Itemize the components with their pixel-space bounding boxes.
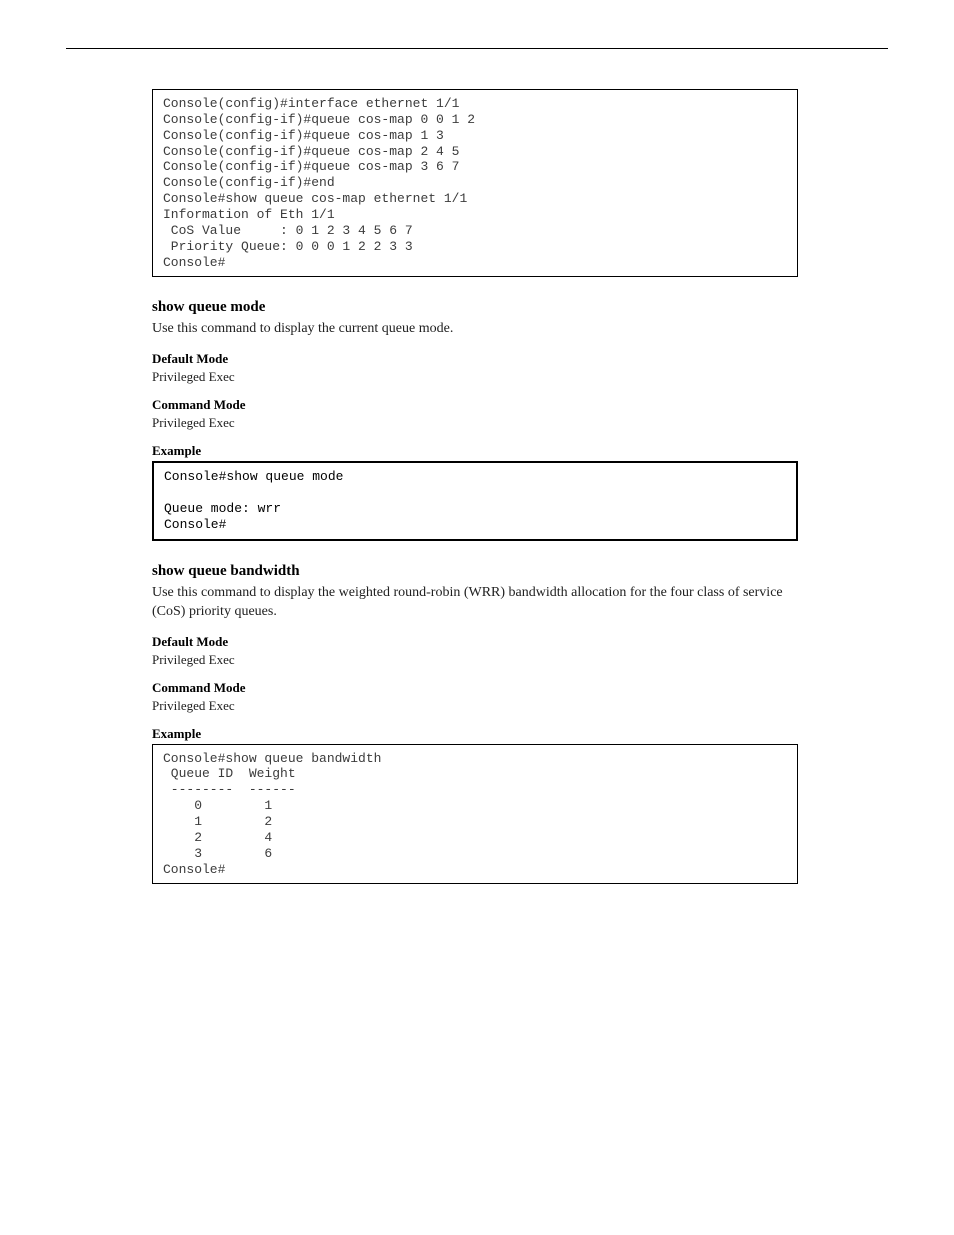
section-desc-queue-bandwidth: Use this command to display the weighted… (152, 584, 798, 622)
code-block-cos-map: Console(config)#interface ethernet 1/1 C… (152, 89, 798, 277)
label-example-1: Example (152, 443, 888, 459)
value-command-mode: Privileged Exec (152, 415, 798, 431)
header-rule (66, 48, 888, 49)
value-command-mode-2: Privileged Exec (152, 698, 798, 714)
label-example-2: Example (152, 726, 888, 742)
section-desc-queue-mode: Use this command to display the current … (152, 320, 798, 339)
page: Console(config)#interface ethernet 1/1 C… (0, 0, 954, 994)
section-title-queue-mode: show queue mode (152, 299, 888, 316)
section-title-queue-bandwidth: show queue bandwidth (152, 563, 888, 580)
value-default-mode: Privileged Exec (152, 369, 798, 385)
label-default-mode: Default Mode (152, 351, 888, 367)
label-command-mode-2: Command Mode (152, 680, 888, 696)
label-default-mode-2: Default Mode (152, 634, 888, 650)
code-block-queue-bandwidth: Console#show queue bandwidth Queue ID We… (152, 744, 798, 885)
code-block-queue-mode: Console#show queue mode Queue mode: wrr … (152, 461, 798, 540)
value-default-mode-2: Privileged Exec (152, 652, 798, 668)
label-command-mode: Command Mode (152, 397, 888, 413)
